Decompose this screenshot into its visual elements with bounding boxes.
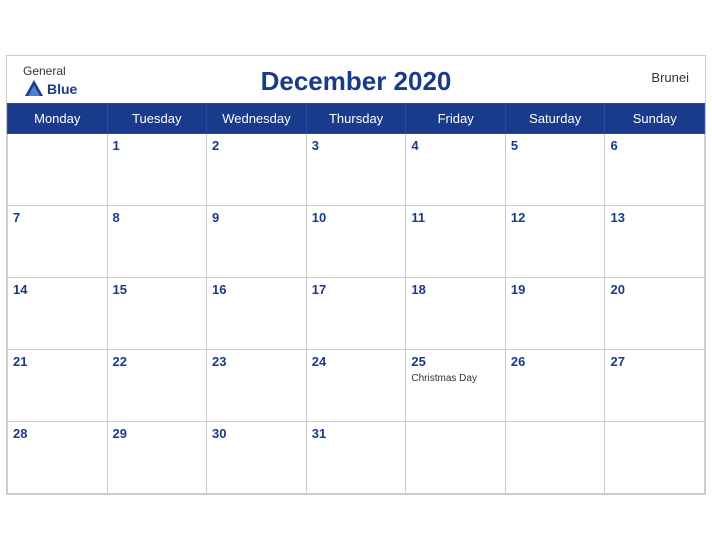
logo: General Blue bbox=[23, 64, 77, 100]
calendar-cell: 26 bbox=[505, 350, 605, 422]
calendar-cell: 11 bbox=[406, 206, 506, 278]
weekday-header-row: MondayTuesdayWednesdayThursdayFridaySatu… bbox=[8, 104, 705, 134]
weekday-header-monday: Monday bbox=[8, 104, 108, 134]
day-number: 30 bbox=[212, 426, 226, 441]
weekday-header-tuesday: Tuesday bbox=[107, 104, 207, 134]
weekday-header-sunday: Sunday bbox=[605, 104, 705, 134]
calendar-cell: 19 bbox=[505, 278, 605, 350]
day-number: 20 bbox=[610, 282, 624, 297]
calendar-cell: 17 bbox=[306, 278, 406, 350]
day-number: 26 bbox=[511, 354, 525, 369]
calendar-cell: 16 bbox=[207, 278, 307, 350]
calendar-cell: 29 bbox=[107, 422, 207, 494]
calendar-title: December 2020 bbox=[261, 66, 452, 97]
calendar-cell: 21 bbox=[8, 350, 108, 422]
week-row-2: 14 15 16 17 18 19 20 bbox=[8, 278, 705, 350]
calendar-cell: 31 bbox=[306, 422, 406, 494]
week-row-0: 1 2 3 4 5 6 bbox=[8, 134, 705, 206]
day-number: 19 bbox=[511, 282, 525, 297]
calendar-cell: 25 Christmas Day bbox=[406, 350, 506, 422]
day-number: 1 bbox=[113, 138, 120, 153]
country-label: Brunei bbox=[651, 70, 689, 85]
week-row-3: 21 22 23 24 25 Christmas Day 26 27 bbox=[8, 350, 705, 422]
day-number: 28 bbox=[13, 426, 27, 441]
calendar-cell: 9 bbox=[207, 206, 307, 278]
calendar-cell: 23 bbox=[207, 350, 307, 422]
weekday-header-friday: Friday bbox=[406, 104, 506, 134]
calendar-container: General Blue December 2020 Brunei Monday… bbox=[6, 55, 706, 495]
day-number: 9 bbox=[212, 210, 219, 225]
calendar-cell: 12 bbox=[505, 206, 605, 278]
calendar-cell bbox=[406, 422, 506, 494]
day-number: 22 bbox=[113, 354, 127, 369]
calendar-cell: 7 bbox=[8, 206, 108, 278]
day-number: 6 bbox=[610, 138, 617, 153]
calendar-cell: 13 bbox=[605, 206, 705, 278]
day-number: 29 bbox=[113, 426, 127, 441]
day-number: 27 bbox=[610, 354, 624, 369]
day-number: 24 bbox=[312, 354, 326, 369]
weekday-header-saturday: Saturday bbox=[505, 104, 605, 134]
week-row-1: 7 8 9 10 11 12 13 bbox=[8, 206, 705, 278]
day-number: 17 bbox=[312, 282, 326, 297]
day-number: 18 bbox=[411, 282, 425, 297]
calendar-table: MondayTuesdayWednesdayThursdayFridaySatu… bbox=[7, 103, 705, 494]
calendar-cell: 27 bbox=[605, 350, 705, 422]
calendar-cell: 15 bbox=[107, 278, 207, 350]
weekday-header-wednesday: Wednesday bbox=[207, 104, 307, 134]
day-number: 31 bbox=[312, 426, 326, 441]
holiday-label: Christmas Day bbox=[411, 373, 500, 384]
calendar-cell: 10 bbox=[306, 206, 406, 278]
day-number: 4 bbox=[411, 138, 418, 153]
logo-blue-text: Blue bbox=[23, 78, 77, 100]
calendar-cell: 8 bbox=[107, 206, 207, 278]
day-number: 10 bbox=[312, 210, 326, 225]
day-number: 21 bbox=[13, 354, 27, 369]
calendar-cell: 18 bbox=[406, 278, 506, 350]
day-number: 25 bbox=[411, 354, 425, 369]
calendar-cell: 1 bbox=[107, 134, 207, 206]
calendar-cell: 5 bbox=[505, 134, 605, 206]
calendar-cell: 22 bbox=[107, 350, 207, 422]
day-number: 5 bbox=[511, 138, 518, 153]
day-number: 12 bbox=[511, 210, 525, 225]
calendar-cell: 30 bbox=[207, 422, 307, 494]
calendar-header: General Blue December 2020 Brunei bbox=[7, 56, 705, 103]
calendar-cell bbox=[605, 422, 705, 494]
calendar-cell: 3 bbox=[306, 134, 406, 206]
calendar-cell: 6 bbox=[605, 134, 705, 206]
calendar-cell: 14 bbox=[8, 278, 108, 350]
day-number: 15 bbox=[113, 282, 127, 297]
day-number: 14 bbox=[13, 282, 27, 297]
day-number: 7 bbox=[13, 210, 20, 225]
calendar-cell: 28 bbox=[8, 422, 108, 494]
calendar-cell bbox=[8, 134, 108, 206]
calendar-cell: 20 bbox=[605, 278, 705, 350]
calendar-cell bbox=[505, 422, 605, 494]
calendar-cell: 24 bbox=[306, 350, 406, 422]
day-number: 3 bbox=[312, 138, 319, 153]
day-number: 2 bbox=[212, 138, 219, 153]
day-number: 13 bbox=[610, 210, 624, 225]
day-number: 16 bbox=[212, 282, 226, 297]
day-number: 11 bbox=[411, 210, 425, 225]
week-row-4: 28 29 30 31 bbox=[8, 422, 705, 494]
calendar-cell: 4 bbox=[406, 134, 506, 206]
logo-general-text: General bbox=[23, 64, 66, 78]
day-number: 23 bbox=[212, 354, 226, 369]
weekday-header-thursday: Thursday bbox=[306, 104, 406, 134]
day-number: 8 bbox=[113, 210, 120, 225]
calendar-cell: 2 bbox=[207, 134, 307, 206]
logo-icon bbox=[23, 78, 45, 100]
